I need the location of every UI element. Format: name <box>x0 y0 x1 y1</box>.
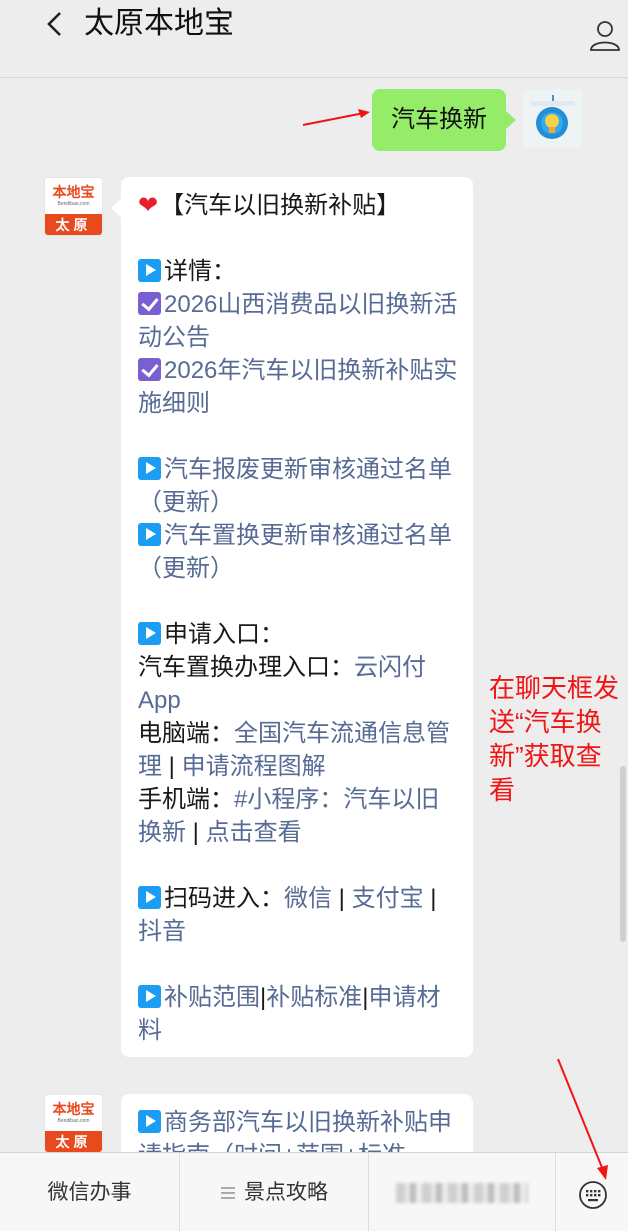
avatar-city-text: 太原 <box>45 1131 102 1152</box>
menu-tab-attractions[interactable]: 景点攻略 <box>180 1153 368 1231</box>
scan-separator: | <box>423 885 437 912</box>
avatar-city-text: 太原 <box>45 214 102 235</box>
play-button-icon <box>138 886 161 909</box>
scan-label: 扫码进入： <box>164 885 284 912</box>
menu-tab-label: 景点攻略 <box>244 1181 328 1204</box>
red-annotation-text: 在聊天框发送“汽车换新”获取查看 <box>489 673 620 805</box>
replace-entry-line: 汽车置换办理入口：云闪付App <box>138 651 459 717</box>
scan-separator: | <box>332 885 352 912</box>
keyboard-icon[interactable] <box>578 1180 608 1210</box>
checkbox-icon <box>138 358 161 381</box>
rules-line: 2026年汽车以旧换新补贴实施细则 <box>138 354 459 420</box>
play-button-icon <box>138 523 161 546</box>
replace-entry-label: 汽车置换办理入口： <box>138 654 354 681</box>
replace-list-link[interactable]: 汽车置换更新审核通过名单（更新） <box>138 522 452 582</box>
menu-tab-blurred[interactable] <box>369 1153 555 1231</box>
avatar-brand-text: 本地宝 <box>52 1101 95 1117</box>
apply-entry-label: 申请入口： <box>164 621 284 648</box>
scope-line: 补贴范围|补贴标准|申请材料 <box>138 981 459 1047</box>
pc-separator: | <box>162 753 182 780</box>
play-button-icon <box>138 622 161 645</box>
chat-header: 太原本地宝 <box>0 0 628 78</box>
play-button-icon <box>138 259 161 282</box>
outgoing-message-bubble: 汽车换新 <box>372 89 516 151</box>
menu-tab-label: 微信办事 <box>47 1181 132 1204</box>
play-button-icon <box>138 457 161 480</box>
pc-entry-line: 电脑端：全国汽车流通信息管理 | 申请流程图解 <box>138 717 459 783</box>
scan-line: 扫码进入：微信 | 支付宝 | 抖音 <box>138 882 459 948</box>
pc-label: 电脑端： <box>138 720 234 747</box>
avatar-brand-text: 本地宝 <box>52 184 95 200</box>
bot-avatar[interactable]: 本地宝 Bendibao.com 太原 <box>44 177 103 236</box>
bot-reply-bubble: ❤【汽车以旧换新补贴】 详情： 2026山西消费品以旧换新活动公告 2026年汽… <box>111 177 473 1057</box>
notice-link[interactable]: 2026山西消费品以旧换新活动公告 <box>138 291 457 351</box>
apply-entry-line: 申请入口： <box>138 618 459 651</box>
scan-douyin-link[interactable]: 抖音 <box>138 918 186 945</box>
scrollbar[interactable] <box>620 766 626 942</box>
avatar-domain-text: Bendibao.com <box>57 201 90 207</box>
notice-line: 2026山西消费品以旧换新活动公告 <box>138 288 459 354</box>
menu-tab-wechat-service[interactable]: 微信办事 <box>0 1153 179 1231</box>
play-button-icon <box>138 985 161 1008</box>
replace-list-line: 汽车置换更新审核通过名单（更新） <box>138 519 459 585</box>
reply-title: 【汽车以旧换新补贴】 <box>160 192 401 219</box>
menu-list-icon <box>221 1187 235 1199</box>
back-arrow-icon[interactable] <box>44 10 68 38</box>
chat-title: 太原本地宝 <box>84 7 234 40</box>
scope-link[interactable]: 补贴范围 <box>164 984 260 1011</box>
rules-link[interactable]: 2026年汽车以旧换新补贴实施细则 <box>138 357 457 417</box>
annotation-arrow-icon <box>302 109 370 126</box>
lightbulb-avatar-icon <box>523 89 582 148</box>
bot-avatar[interactable]: 本地宝 Bendibao.com 太原 <box>44 1094 103 1153</box>
scrap-list-link[interactable]: 汽车报废更新审核通过名单（更新） <box>138 456 452 516</box>
outgoing-message-text: 汽车换新 <box>391 106 487 133</box>
play-button-icon <box>138 1110 161 1133</box>
mobile-label: 手机端： <box>138 786 234 813</box>
checkbox-icon <box>138 292 161 315</box>
reply-title-line: ❤【汽车以旧换新补贴】 <box>138 189 459 222</box>
scan-alipay-link[interactable]: 支付宝 <box>352 885 424 912</box>
details-label: 详情： <box>164 258 236 285</box>
heart-icon: ❤ <box>138 192 159 219</box>
self-avatar[interactable] <box>523 89 582 148</box>
scan-wechat-link[interactable]: 微信 <box>284 885 332 912</box>
mobile-separator: | <box>186 819 206 846</box>
user-profile-icon[interactable] <box>588 18 622 52</box>
mobile-entry-line: 手机端：#小程序：汽车以旧换新 | 点击查看 <box>138 783 459 849</box>
blurred-label <box>396 1183 528 1204</box>
bottom-menu-bar: 微信办事 景点攻略 <box>0 1152 628 1231</box>
standard-link[interactable]: 补贴标准 <box>266 984 362 1011</box>
scrap-list-line: 汽车报废更新审核通过名单（更新） <box>138 453 459 519</box>
details-line: 详情： <box>138 255 459 288</box>
mobile-view-link[interactable]: 点击查看 <box>206 819 302 846</box>
avatar-domain-text: Bendibao.com <box>57 1118 90 1124</box>
pc-flow-link[interactable]: 申请流程图解 <box>182 753 326 780</box>
